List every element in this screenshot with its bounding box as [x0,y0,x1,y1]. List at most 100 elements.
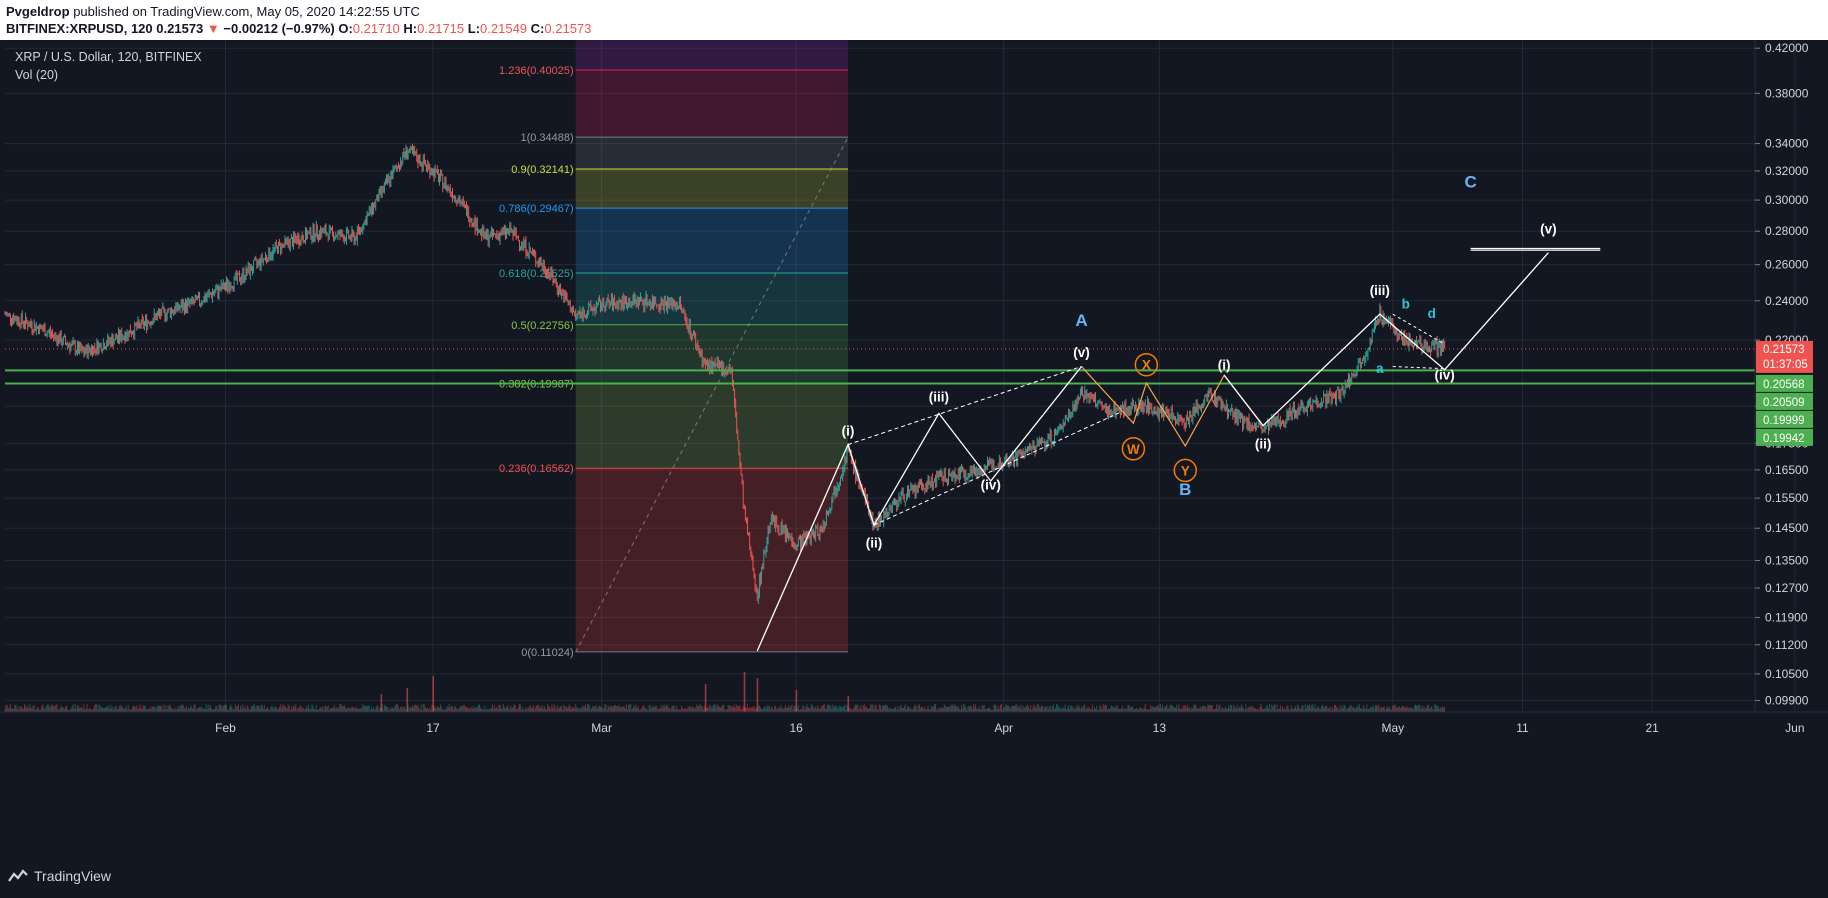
volume-bar [143,705,145,712]
volume-bar [827,704,829,712]
volume-bar [1046,706,1048,712]
volume-bar [1179,708,1181,712]
volume-bar [365,706,367,712]
volume-bar [824,708,826,712]
volume-bar [14,705,16,712]
volume-bar [1403,706,1405,712]
volume-bar [105,707,107,712]
volume-bar [490,707,492,712]
volume-bar [1309,704,1311,712]
volume-bar [1200,708,1202,712]
volume-bar [95,704,97,712]
volume-bar [692,707,694,712]
tradingview-brand[interactable]: TradingView [8,868,111,884]
volume-bar [1290,705,1292,712]
volume-bar [1312,704,1314,712]
wave-label: (iii) [929,389,949,404]
volume-bar [885,704,887,712]
volume-bar [1279,705,1281,712]
low-value: 0.21549 [480,21,528,36]
symbol-line: BITFINEX:XRPUSD, 120 0.21573 ▼ −0.00212 … [6,21,591,36]
volume-bar [140,708,142,712]
volume-bar [1374,705,1376,712]
volume-bar [1173,707,1175,712]
volume-bar [899,706,901,712]
volume-bar [608,707,610,712]
volume-bar [588,704,590,712]
wave-label: a [1376,361,1384,376]
wave-label: A [1075,311,1087,330]
volume-bar [558,707,560,712]
volume-bar [874,705,876,712]
volume-bar [569,706,571,712]
close-value: 0.21573 [544,21,592,36]
volume-bar [659,708,661,712]
volume-bar [543,706,545,712]
volume-bar [1191,707,1193,712]
volume-bar [49,707,51,712]
volume-bar [315,704,317,712]
time-tick-label: Apr [994,721,1013,735]
volume-bar [1422,708,1424,712]
volume-bar [527,707,529,712]
volume-bar [463,705,465,712]
volume-bar [637,706,639,712]
volume-bar [871,705,873,712]
volume-bar [1136,707,1138,712]
volume-bar [55,705,57,712]
volume-bar [1426,704,1428,712]
volume-bar [255,708,257,712]
volume-bar [1045,707,1047,712]
time-tick-label: 13 [1153,721,1167,735]
volume-bar [1036,704,1038,712]
volume-bar [1100,706,1102,712]
volume-bar [1081,706,1083,712]
volume-bar [1347,707,1349,712]
volume-spike [406,688,409,712]
volume-bar [682,707,684,712]
volume-bar [154,706,156,712]
volume-bar [1339,705,1341,712]
volume-bar [864,706,866,712]
volume-bar [85,708,87,712]
volume-bar [844,705,846,712]
volume-bar [364,705,366,712]
volume-bar [1371,707,1373,712]
volume-bar [410,707,412,712]
publish-line: Pvgeldrop published on TradingView.com, … [6,4,420,19]
volume-bar [1096,705,1098,712]
volume-bar [376,705,378,712]
volume-bar [736,704,738,712]
volume-bar [708,708,710,712]
volume-bar [88,708,90,712]
volume-bar [849,708,851,712]
wave-label: C [1464,172,1476,191]
volume-bar [1408,707,1410,712]
volume-bar [811,705,813,712]
publisher-name[interactable]: Pvgeldrop [6,4,70,19]
symbol-text: BITFINEX:XRPUSD, 120 [6,21,153,36]
volume-bar [710,705,712,712]
volume-bar [101,706,103,712]
volume-bar [531,707,533,712]
volume-bar [302,707,304,712]
volume-bar [1237,708,1239,712]
volume-bar [1105,704,1107,712]
volume-bar [633,705,635,712]
volume-bar [609,706,611,712]
time-tick-label: Mar [591,721,612,735]
volume-bar [441,707,443,712]
volume-bar [1386,706,1388,712]
volume-bar [972,704,974,712]
volume-bar [1313,707,1315,712]
volume-bar [857,704,859,712]
volume-bar [630,704,632,712]
volume-bar [373,706,375,712]
volume-bar [335,708,337,712]
volume-bar [1082,707,1084,712]
volume-bar [1209,704,1211,712]
wave-label: B [1179,480,1191,499]
chart-canvas[interactable]: 1.382(0.43451)1.236(0.40025)1(0.34488)0.… [0,40,1828,858]
volume-bar [1320,706,1322,712]
volume-bar [1389,706,1391,712]
